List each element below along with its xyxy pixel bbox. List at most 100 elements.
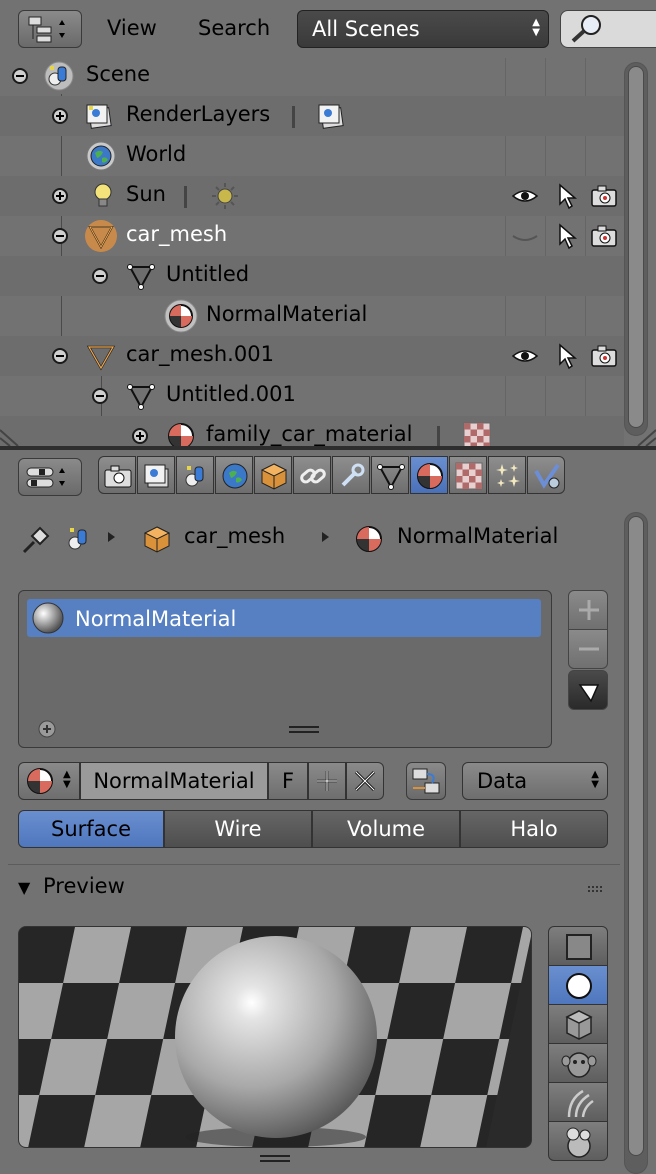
- search-menu[interactable]: Search: [198, 16, 270, 40]
- tab-surface[interactable]: Surface: [18, 810, 164, 848]
- editor-type-button[interactable]: [18, 10, 82, 48]
- tab-scene[interactable]: [176, 456, 214, 494]
- tab-physics[interactable]: [527, 456, 565, 494]
- camera-icon[interactable]: [590, 222, 618, 250]
- editor-type-button[interactable]: [18, 458, 82, 496]
- corner-resize-icon[interactable]: [626, 424, 656, 446]
- tab-mesh-data[interactable]: [371, 456, 409, 494]
- tab-volume[interactable]: Volume: [312, 810, 460, 848]
- collapse-icon[interactable]: [52, 348, 68, 364]
- scene-filter-dropdown[interactable]: All Scenes ▲ ▼: [297, 10, 549, 48]
- scrollbar-thumb[interactable]: [628, 516, 644, 1156]
- outliner-row-scene[interactable]: Scene: [0, 56, 624, 96]
- outliner-row-car-mesh[interactable]: car_mesh: [0, 216, 624, 256]
- render-layers-icon: [144, 464, 169, 488]
- scene-filter-label: All Scenes: [312, 17, 420, 41]
- tab-render-layers[interactable]: [137, 456, 175, 494]
- pin-icon[interactable]: [20, 522, 54, 556]
- tab-render[interactable]: [98, 456, 136, 494]
- link-dropdown[interactable]: Data ▲ ▼: [462, 762, 608, 800]
- tab-material[interactable]: [410, 456, 448, 494]
- tab-world[interactable]: [215, 456, 253, 494]
- preview-cube-button[interactable]: [548, 1004, 608, 1044]
- scrollbar-thumb[interactable]: [628, 66, 644, 428]
- material-icon: [27, 768, 53, 794]
- material-slot-item[interactable]: NormalMaterial: [27, 599, 541, 637]
- collapse-icon[interactable]: [92, 268, 108, 284]
- tab-object[interactable]: [254, 456, 292, 494]
- camera-icon[interactable]: [590, 342, 618, 370]
- tab-wire[interactable]: Wire: [164, 810, 312, 848]
- scene-icon: [185, 466, 204, 487]
- plus-icon: [317, 771, 337, 791]
- camera-icon[interactable]: [590, 182, 618, 210]
- particles-icon: [496, 464, 520, 487]
- unlink-material-button[interactable]: [346, 762, 384, 800]
- outliner-row-untitled-001[interactable]: Untitled.001: [0, 376, 624, 416]
- outliner-row-family-car-material[interactable]: family_car_material: [0, 416, 624, 446]
- updown-arrows-icon: ▲ ▼: [591, 769, 599, 790]
- material-type-tabs: Surface Wire Volume Halo: [18, 810, 608, 848]
- preview-sphere-button[interactable]: [548, 965, 608, 1005]
- tab-modifiers[interactable]: [332, 456, 370, 494]
- fake-user-button[interactable]: F: [268, 762, 308, 800]
- drag-handle-icon[interactable]: [588, 886, 604, 894]
- row-label: Untitled: [166, 262, 250, 286]
- material-slot-label: NormalMaterial: [75, 607, 237, 631]
- texture-icon: [463, 422, 491, 446]
- collapse-icon[interactable]: [12, 68, 28, 84]
- view-menu[interactable]: View: [107, 16, 157, 40]
- cursor-icon[interactable]: [554, 182, 582, 210]
- cursor-icon[interactable]: [554, 222, 582, 250]
- tab-texture[interactable]: [449, 456, 487, 494]
- slot-specials-button[interactable]: [568, 670, 608, 710]
- hair-icon: [567, 1089, 594, 1118]
- preview-monkey-button[interactable]: [548, 1043, 608, 1083]
- tab-constraints[interactable]: [293, 456, 331, 494]
- breadcrumb-material: NormalMaterial: [397, 524, 559, 548]
- material-icon: [356, 526, 382, 552]
- tab-particles[interactable]: [488, 456, 526, 494]
- add-slot-button[interactable]: [568, 590, 608, 630]
- collapse-icon[interactable]: [52, 228, 68, 244]
- eye-closed-icon[interactable]: [511, 222, 539, 250]
- collapse-icon[interactable]: [92, 388, 108, 404]
- expand-icon[interactable]: [52, 188, 68, 204]
- constraint-link-icon: [300, 468, 326, 484]
- outliner-row-car-mesh-001[interactable]: car_mesh.001: [0, 336, 624, 376]
- collapse-triangle-icon: ▼: [18, 878, 31, 897]
- preview-world-sphere-button[interactable]: [548, 1121, 608, 1161]
- expand-icon[interactable]: [132, 428, 148, 444]
- eye-icon[interactable]: [511, 182, 539, 210]
- new-material-button[interactable]: [308, 762, 346, 800]
- eye-icon[interactable]: [511, 342, 539, 370]
- physics-icon: [534, 463, 560, 489]
- row-label: family_car_material: [206, 422, 413, 446]
- cursor-icon[interactable]: [554, 342, 582, 370]
- corner-resize-icon[interactable]: [0, 424, 30, 446]
- resize-grip-icon[interactable]: [289, 725, 319, 735]
- material-browse-button[interactable]: ▲ ▼: [18, 762, 80, 800]
- separator: [184, 186, 187, 208]
- sun-lamp-icon[interactable]: [210, 181, 240, 211]
- outliner-row-renderlayers[interactable]: RenderLayers: [0, 96, 624, 136]
- resize-grip-icon[interactable]: [260, 1154, 290, 1164]
- outliner-row-normalmaterial[interactable]: NormalMaterial: [0, 296, 624, 336]
- preview-flat-button[interactable]: [548, 926, 608, 966]
- preview-hair-button[interactable]: [548, 1082, 608, 1122]
- outliner-scrollbar[interactable]: [624, 62, 648, 436]
- add-icon[interactable]: [37, 719, 57, 739]
- search-input[interactable]: [560, 10, 656, 48]
- preview-panel-header[interactable]: ▼ Preview: [18, 874, 125, 898]
- outliner-row-world[interactable]: World: [0, 136, 624, 176]
- expand-icon[interactable]: [52, 108, 68, 124]
- material-name-field[interactable]: NormalMaterial: [80, 762, 268, 800]
- tab-halo[interactable]: Halo: [460, 810, 608, 848]
- outliner-row-untitled[interactable]: Untitled: [0, 256, 624, 296]
- remove-slot-button[interactable]: [568, 629, 608, 669]
- node-toggle-button[interactable]: [406, 762, 446, 800]
- preview-title: Preview: [43, 874, 125, 898]
- properties-scrollbar[interactable]: [624, 512, 648, 1174]
- outliner-row-sun[interactable]: Sun: [0, 176, 624, 216]
- material-icon: [168, 423, 194, 446]
